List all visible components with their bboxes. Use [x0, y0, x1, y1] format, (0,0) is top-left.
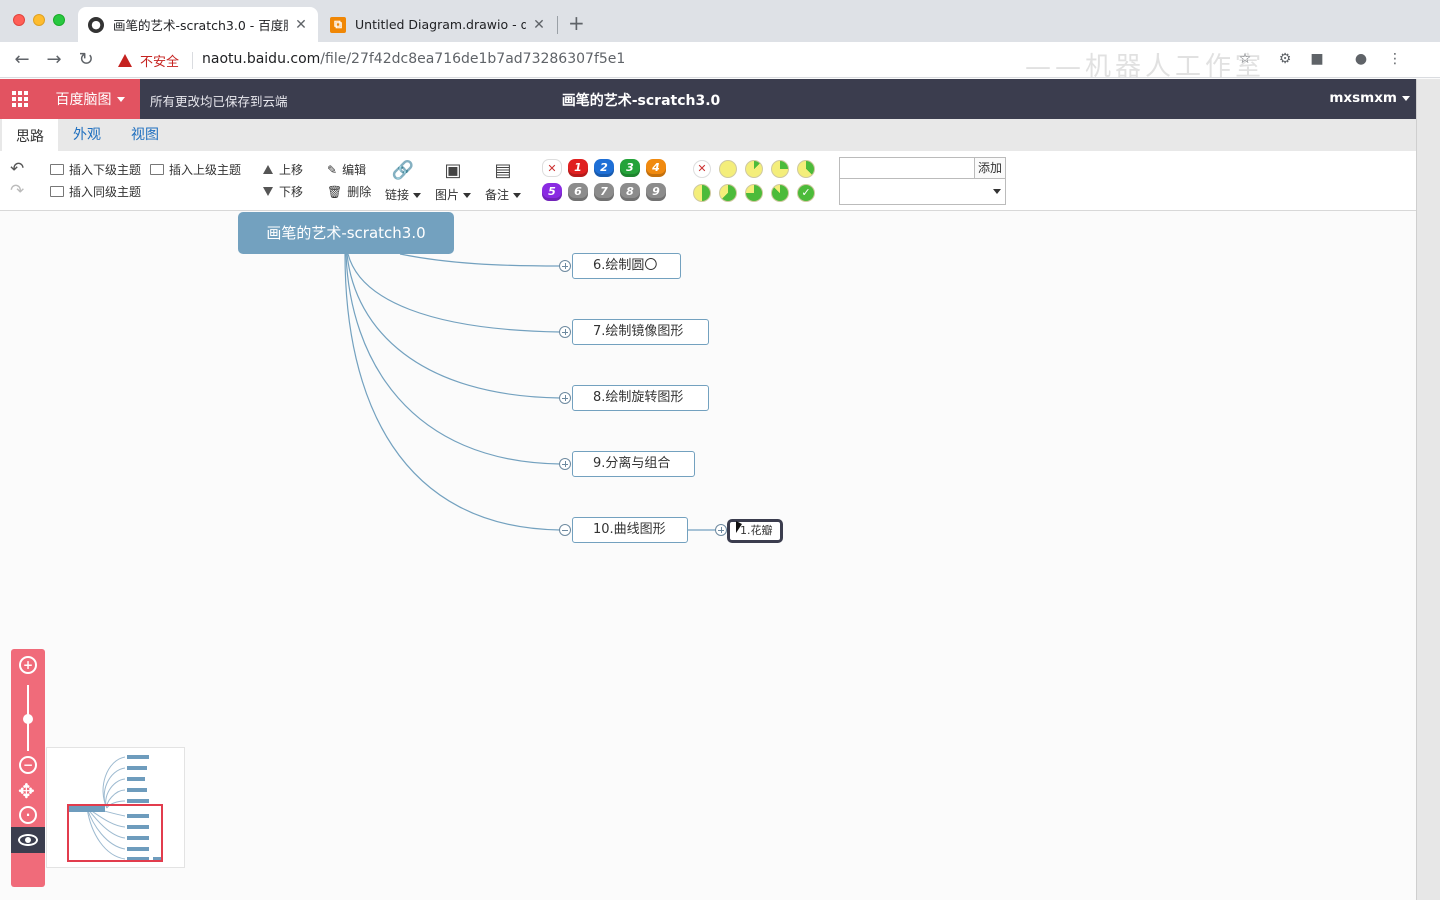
minimap[interactable]	[46, 747, 185, 868]
expand-icon[interactable]	[715, 524, 727, 536]
move-icon[interactable]: ✥	[18, 781, 35, 801]
expand-icon[interactable]	[559, 392, 571, 404]
topic-node[interactable]: 7.绘制镜像图形	[572, 319, 709, 345]
connector-lines	[344, 253, 722, 531]
zoom-slider-handle[interactable]	[23, 714, 33, 724]
collapse-icon[interactable]	[559, 524, 571, 536]
expand-icon[interactable]	[559, 260, 571, 272]
connector-line	[399, 253, 561, 267]
root-topic[interactable]: 画笔的艺术-scratch3.0	[238, 212, 454, 254]
topic-node[interactable]: 6.绘制圆〇	[572, 253, 681, 279]
topic-node[interactable]: 8.绘制旋转图形	[572, 385, 709, 411]
zoom-controls: + − ✥ ·	[11, 649, 45, 887]
eye-icon	[18, 834, 38, 846]
mouse-cursor-icon	[736, 521, 742, 533]
zoom-out-icon[interactable]: −	[19, 756, 37, 774]
topic-node[interactable]: 9.分离与组合	[572, 451, 695, 477]
zoom-in-icon[interactable]: +	[19, 656, 37, 674]
locate-icon[interactable]: ·	[19, 806, 37, 824]
topic-node[interactable]: 10.曲线图形	[572, 517, 688, 543]
connector-line	[344, 253, 561, 531]
connector-line	[345, 253, 561, 465]
connector-line	[346, 253, 561, 399]
navigator-toggle-button[interactable]	[11, 827, 45, 853]
right-panel-edge	[1416, 79, 1440, 900]
expand-icon[interactable]	[559, 326, 571, 338]
minimap-viewport[interactable]	[67, 804, 163, 862]
expand-icon[interactable]	[559, 458, 571, 470]
